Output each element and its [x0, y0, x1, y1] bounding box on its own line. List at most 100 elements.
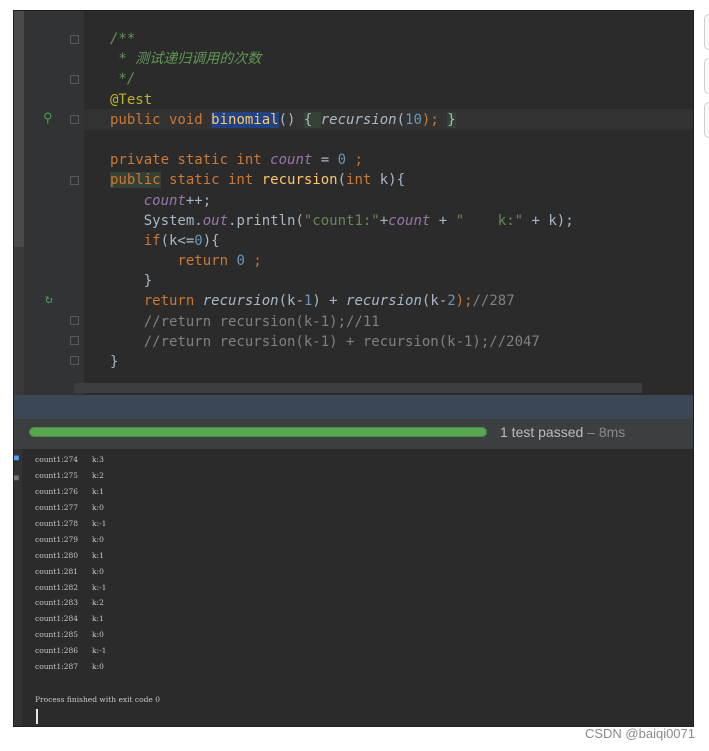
fold-marker[interactable]: [70, 356, 79, 365]
code-token: count: [388, 212, 431, 229]
console-count: count1:275: [35, 470, 79, 480]
console-line: count1:286 k:-1: [35, 646, 106, 662]
console-line: count1:274 k:3: [35, 455, 106, 471]
code-line[interactable]: System.out.println("count1:"+count + " k…: [110, 211, 574, 231]
console-line: count1:281 k:0: [35, 567, 106, 583]
console-count: count1:284: [35, 614, 79, 624]
console-output[interactable]: ■ ■ count1:274 k:3 count1:275 k:2 count1:276…: [14, 449, 693, 726]
code-line[interactable]: public static int recursion(int k){: [110, 170, 574, 190]
code-token: return: [143, 293, 203, 310]
console-k: k:0: [92, 502, 104, 512]
fold-marker[interactable]: [70, 115, 79, 124]
code-line[interactable]: */: [110, 69, 574, 89]
code-token: int: [346, 172, 380, 189]
console-caret: [36, 709, 38, 724]
test-progress-fill: [30, 428, 486, 436]
code-token: System.: [110, 212, 203, 229]
code-token: "count1:": [303, 212, 380, 229]
code-token: 0: [236, 253, 245, 270]
code-token: 2: [447, 293, 456, 310]
test-run-bar: 1 test passed – 8ms: [14, 419, 693, 449]
code-token: ++;: [185, 192, 212, 209]
code-token: }: [110, 273, 153, 290]
test-progress-bar: [29, 427, 487, 437]
horizontal-scrollbar[interactable]: [74, 383, 642, 393]
code-token: if: [143, 232, 161, 249]
code-token: ) +: [312, 293, 347, 310]
code-token: k){: [379, 172, 406, 189]
code-line[interactable]: }: [110, 352, 574, 372]
code-editor[interactable]: /** * 测试递归调用的次数 */ @Test public void binom…: [110, 29, 574, 372]
fold-marker[interactable]: [70, 75, 79, 84]
code-line[interactable]: * 测试递归调用的次数: [110, 49, 574, 69]
console-line: count1:280 k:1: [35, 551, 106, 567]
code-line[interactable]: if(k<=0){: [110, 231, 574, 251]
fold-marker[interactable]: [70, 35, 79, 44]
console-k: k:0: [92, 534, 104, 544]
console-k: k:1: [92, 486, 104, 496]
code-token: (k-: [421, 293, 448, 310]
console-line: count1:275 k:2: [35, 471, 106, 487]
code-token: static int: [160, 172, 262, 189]
code-token: count: [143, 192, 186, 209]
code-token: +: [430, 212, 456, 229]
code-token: (): [278, 111, 304, 128]
code-token: (k-: [278, 293, 304, 310]
tool-window-strip: [14, 11, 24, 247]
code-token: 0: [194, 232, 203, 249]
code-token: //287: [472, 293, 515, 310]
fold-marker[interactable]: [70, 316, 79, 325]
code-line[interactable]: private static int count = 0 ;: [110, 150, 574, 170]
test-status: 1 test passed – 8ms: [500, 424, 625, 440]
console-count: count1:287: [35, 662, 79, 672]
code-token: @Test: [110, 91, 153, 108]
console-k: k:-1: [92, 646, 107, 656]
console-line: count1:284 k:1: [35, 614, 106, 630]
console-line: count1:285 k:0: [35, 630, 106, 646]
code-line[interactable]: //return recursion(k-1);//11: [110, 312, 574, 332]
code-line[interactable]: count++;: [110, 191, 574, 211]
side-panel-tab[interactable]: [704, 58, 709, 94]
console-k: k:1: [92, 614, 104, 624]
code-line[interactable]: public void binomial() { recursion(10); …: [110, 110, 574, 130]
panel-divider[interactable]: [14, 395, 693, 419]
console-lines: count1:274 k:3 count1:275 k:2 count1:276 k:1 c…: [35, 455, 106, 678]
console-line: count1:287 k:0: [35, 662, 106, 678]
code-line[interactable]: @Test: [110, 90, 574, 110]
code-token: ){: [202, 232, 220, 249]
console-k: k:-1: [92, 518, 107, 528]
ide-window: ⚲ ↻ /** * 测试递归调用的次数 */ @Test public void b…: [13, 10, 694, 727]
code-token: 0: [337, 152, 347, 169]
code-token: .println(: [228, 212, 304, 229]
console-count: count1:277: [35, 502, 79, 512]
code-token: ;: [244, 253, 262, 270]
fold-marker[interactable]: [70, 336, 79, 345]
code-token: {: [303, 111, 321, 128]
side-panel-tab[interactable]: [704, 14, 709, 50]
code-token: * 测试递归调用的次数: [110, 51, 262, 68]
process-finished-message: Process finished with exit code 0: [35, 695, 161, 704]
console-k: k:2: [92, 470, 104, 480]
console-k: k:0: [92, 566, 104, 576]
console-count: count1:279: [35, 534, 79, 544]
console-count: count1:274: [35, 455, 79, 464]
code-line[interactable]: return 0 ;: [110, 251, 574, 271]
code-token: return: [177, 253, 237, 270]
code-line[interactable]: /**: [110, 29, 574, 49]
side-panel-tab[interactable]: [704, 102, 709, 138]
code-line[interactable]: }: [110, 271, 574, 291]
code-token: out: [202, 212, 229, 229]
console-line: count1:277 k:0: [35, 503, 106, 519]
console-count: count1:278: [35, 518, 79, 528]
editor-gutter: ⚲ ↻: [24, 11, 84, 395]
code-line[interactable]: //return recursion(k-1) + recursion(k-1)…: [110, 332, 574, 352]
fold-marker[interactable]: [70, 176, 79, 185]
watermark: CSDN @baiqi0071: [584, 726, 695, 741]
run-test-icon[interactable]: ⚲: [43, 112, 53, 126]
code-line[interactable]: return recursion(k-1) + recursion(k-2);/…: [110, 291, 574, 311]
code-line[interactable]: [110, 130, 574, 150]
